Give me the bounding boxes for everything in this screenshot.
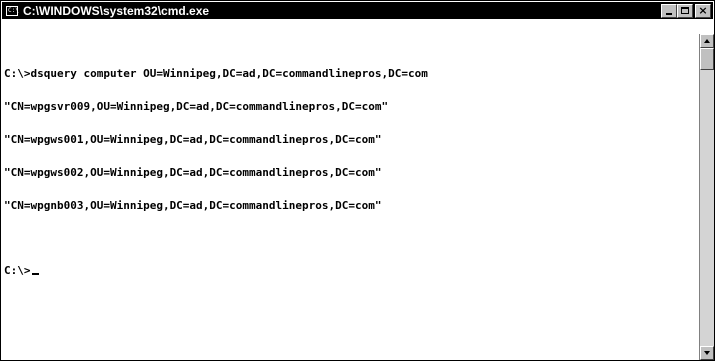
window-controls: × — [661, 4, 711, 18]
console-line-result: "CN=wpgsvr009,OU=Winnipeg,DC=ad,DC=comma… — [4, 100, 389, 113]
maximize-button[interactable] — [677, 4, 693, 18]
arrow-down-icon — [704, 351, 710, 355]
console-prompt: C:\> — [4, 264, 31, 277]
window-title: C:\WINDOWS\system32\cmd.exe — [23, 3, 210, 18]
title-bar[interactable]: C:\ C:\WINDOWS\system32\cmd.exe × — [2, 2, 713, 19]
vertical-scrollbar[interactable] — [699, 34, 714, 360]
console-output[interactable]: C:\>dsquery computer OU=Winnipeg,DC=ad,D… — [2, 20, 698, 360]
close-button[interactable]: × — [695, 4, 711, 18]
scroll-up-button[interactable] — [700, 34, 714, 48]
console-line-result: "CN=wpgws002,OU=Winnipeg,DC=ad,DC=comman… — [4, 166, 382, 179]
minimize-icon — [666, 13, 672, 15]
console-line-result: "CN=wpgws001,OU=Winnipeg,DC=ad,DC=comman… — [4, 133, 382, 146]
scroll-down-button[interactable] — [700, 346, 714, 360]
console-line-result: "CN=wpgnb003,OU=Winnipeg,DC=ad,DC=comman… — [4, 199, 382, 212]
text-cursor — [31, 273, 39, 275]
console-line-command: C:\>dsquery computer OU=Winnipeg,DC=ad,D… — [4, 67, 428, 80]
minimize-button[interactable] — [661, 4, 677, 18]
scrollbar-thumb[interactable] — [700, 48, 714, 70]
arrow-up-icon — [704, 39, 710, 43]
cmd-icon[interactable]: C:\ — [6, 5, 19, 16]
console-prompt-line[interactable]: C:\> — [4, 265, 698, 276]
maximize-icon — [681, 7, 689, 14]
cmd-window: C:\ C:\WINDOWS\system32\cmd.exe × C:\>ds… — [0, 0, 715, 361]
close-icon: × — [698, 4, 708, 17]
